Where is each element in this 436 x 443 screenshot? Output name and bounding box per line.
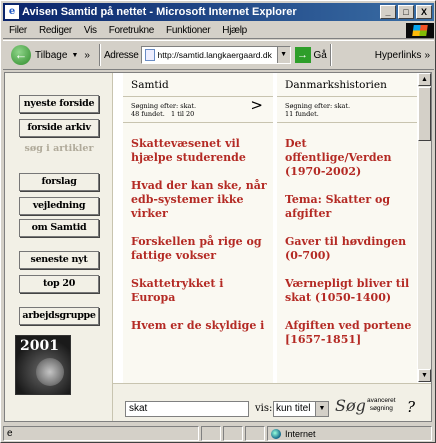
article-link[interactable]: Hvad der kan ske, når edb-systemer ikke …	[123, 179, 273, 221]
article-link[interactable]: Gaver til høvdingen (0-700)	[277, 235, 417, 263]
toolbar-separator	[329, 44, 332, 66]
nav-nyeste-forside[interactable]: nyeste forside	[19, 95, 99, 113]
go-label: Gå	[313, 49, 327, 61]
help-icon[interactable]: ?	[407, 398, 415, 416]
browser-window: e Avisen Samtid på nettet - Microsoft In…	[0, 0, 436, 443]
article-link[interactable]: Værnepligt bliver til skat (1050-1400)	[277, 277, 417, 305]
column-title: Danmarkshistorien	[277, 73, 417, 97]
status-cell	[201, 426, 221, 441]
article-link[interactable]: Skattetrykket i Europa	[123, 277, 273, 305]
result-count-text: 11 fundet.	[285, 110, 319, 118]
nav-sidebar: nyeste forside forside arkiv søg i artik…	[5, 73, 113, 421]
column-title: Samtid	[123, 73, 273, 97]
nav-arbejdsgruppe[interactable]: arbejdsgruppe	[19, 307, 99, 325]
vis-label: vis:	[255, 403, 273, 414]
address-label: Adresse	[103, 49, 139, 61]
address-url: http://samtid.langkaergaard.dk	[157, 50, 272, 60]
links-button[interactable]: Hyperlinks »	[375, 50, 430, 61]
next-page-arrow-icon[interactable]: >	[250, 98, 263, 113]
article-link[interactable]: Hvem er de skyldige i	[123, 319, 273, 333]
zone-label: Internet	[285, 428, 316, 439]
nav-forside-arkiv[interactable]: forside arkiv	[19, 119, 99, 137]
close-button[interactable]: X	[416, 5, 432, 19]
globe-icon	[271, 428, 281, 439]
nav-forslag[interactable]: forslag	[19, 173, 99, 191]
status-cell	[223, 426, 243, 441]
menu-foretrukne[interactable]: Foretrukne	[103, 25, 160, 36]
menu-rediger[interactable]: Rediger	[33, 25, 78, 36]
page-content: nyeste forside forside arkiv søg i artik…	[4, 72, 432, 422]
article-link[interactable]: Afgiften ved portene [1657-1851]	[277, 319, 417, 347]
status-cell	[245, 426, 265, 441]
back-arrow-icon: ←	[11, 45, 31, 65]
address-field[interactable]: http://samtid.langkaergaard.dk ▼	[140, 46, 291, 64]
toolbar-chevron[interactable]: »	[84, 50, 90, 61]
menu-filer[interactable]: Filer	[3, 25, 33, 36]
maximize-button[interactable]: □	[398, 5, 414, 19]
sog-logo-icon[interactable]: Søg	[335, 396, 366, 415]
nav-top-20[interactable]: top 20	[19, 275, 99, 293]
nav-seneste-nyt[interactable]: seneste nyt	[19, 251, 99, 269]
scroll-down-icon[interactable]: ▼	[418, 369, 431, 382]
chevron-down-icon: ▼	[315, 402, 328, 416]
menu-funktioner[interactable]: Funktioner	[160, 25, 216, 36]
menu-bar: Filer Rediger Vis Foretrukne Funktioner …	[3, 22, 434, 39]
samtid-2001-logo[interactable]: 2001	[15, 335, 71, 395]
search-articles-label[interactable]: søg i artikler	[19, 143, 99, 154]
menu-hjaelp[interactable]: Hjælp	[216, 25, 253, 36]
links-label: Hyperlinks	[374, 49, 422, 61]
scroll-up-icon[interactable]: ▲	[418, 73, 431, 86]
status-text: e	[3, 426, 199, 441]
minimize-button[interactable]: _	[380, 5, 396, 19]
nav-om-samtid[interactable]: om Samtid	[19, 219, 99, 237]
back-button[interactable]: ← Tilbage ▼	[11, 45, 78, 65]
advanced-label-line2: søgning	[369, 405, 393, 412]
status-bar: e Internet	[3, 425, 434, 442]
danmarkshistorien-column: Danmarkshistorien Søgning efter: skat. 1…	[277, 73, 417, 421]
nav-vejledning[interactable]: vejledning	[19, 197, 99, 215]
advanced-label-line1: avanceret	[367, 397, 396, 404]
title-bar[interactable]: e Avisen Samtid på nettet - Microsoft In…	[3, 3, 434, 21]
toolbar-separator	[98, 44, 101, 66]
logo-year: 2001	[20, 338, 59, 354]
links-chevron-icon: »	[424, 49, 430, 61]
advanced-search-link[interactable]: avanceret søgning	[367, 397, 396, 413]
go-arrow-icon: →	[294, 47, 311, 63]
window-title: Avisen Samtid på nettet - Microsoft Inte…	[22, 6, 297, 18]
search-query-text: Søgning efter: skat.	[285, 102, 351, 110]
article-link[interactable]: Skattevæsenet vil hjælpe studerende	[123, 137, 273, 165]
search-scope-select[interactable]: kun titel ▼	[273, 401, 329, 417]
page-done-icon: e	[7, 428, 13, 439]
toolbar: ← Tilbage ▼ » Adresse http://samtid.lang…	[3, 40, 434, 70]
menu-vis[interactable]: Vis	[78, 25, 103, 36]
search-result-info: Søgning efter: skat. 11 fundet.	[277, 97, 417, 123]
article-link[interactable]: Det offentlige/Verden (1970-2002)	[277, 137, 417, 179]
search-result-info: Søgning efter: skat. 48 fundet. 1 til 20…	[123, 97, 273, 123]
windows-logo-icon	[406, 22, 434, 38]
article-link[interactable]: Forskellen på rige og fattige vokser	[123, 235, 273, 263]
vertical-scrollbar[interactable]: ▲ ▼	[418, 73, 431, 382]
scroll-thumb[interactable]	[418, 87, 431, 141]
security-zone: Internet	[267, 426, 432, 441]
ie-icon: e	[5, 5, 19, 19]
cd-disc-icon	[36, 358, 64, 386]
page-icon	[144, 49, 155, 61]
search-bar: skat vis: kun titel ▼ Søg avanceret søgn…	[113, 383, 431, 421]
address-dropdown-icon[interactable]: ▼	[276, 47, 290, 63]
samtid-column: Samtid Søgning efter: skat. 48 fundet. 1…	[123, 73, 273, 421]
article-link[interactable]: Tema: Skatter og afgifter	[277, 193, 417, 221]
search-input[interactable]: skat	[125, 401, 249, 417]
search-scope-value: kun titel	[276, 403, 311, 414]
back-dropdown-icon[interactable]: ▼	[71, 52, 78, 59]
go-button[interactable]: → Gå	[294, 47, 327, 63]
back-label: Tilbage	[35, 49, 68, 61]
